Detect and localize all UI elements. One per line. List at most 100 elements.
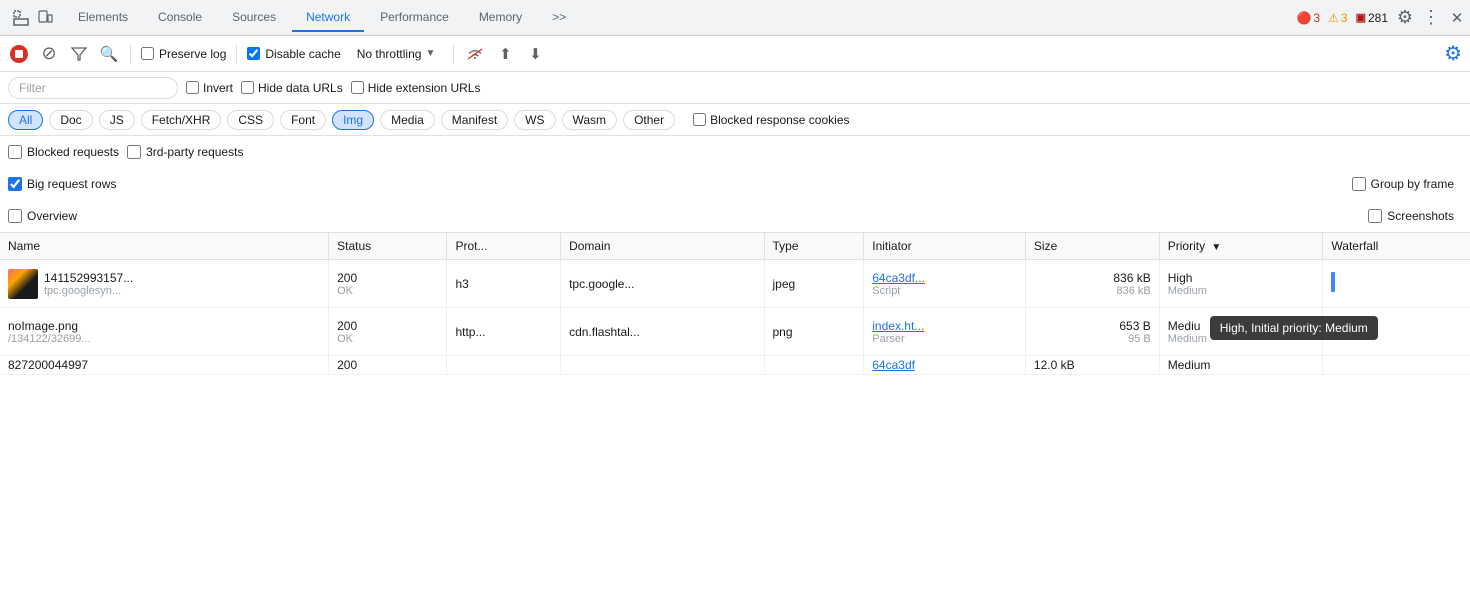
preserve-log-checkbox[interactable] <box>141 47 154 60</box>
third-party-checkbox[interactable] <box>127 145 141 159</box>
upload-icon[interactable]: ⬆ <box>494 43 516 65</box>
initiator-link-1[interactable]: 64ca3df... <box>872 271 1017 285</box>
tab-elements[interactable]: Elements <box>64 4 142 32</box>
col-header-size[interactable]: Size <box>1025 233 1159 260</box>
overview-label: Overview <box>27 209 77 223</box>
options-right-3: Screenshots <box>1368 209 1462 223</box>
disable-cache-checkbox-label[interactable]: Disable cache <box>247 47 340 61</box>
cell-protocol-3 <box>447 356 561 375</box>
preserve-log-label: Preserve log <box>159 47 226 61</box>
cell-priority-2: Mediu Medium High, Initial priority: Med… <box>1159 308 1323 356</box>
tab-more[interactable]: >> <box>538 4 580 32</box>
col-header-domain[interactable]: Domain <box>561 233 764 260</box>
table-row[interactable]: 141152993157... tpc.googlesyn... 200 OK … <box>0 260 1470 308</box>
tab-performance[interactable]: Performance <box>366 4 463 32</box>
overview-checkbox-label[interactable]: Overview <box>8 209 77 223</box>
col-header-waterfall[interactable]: Waterfall <box>1323 233 1470 260</box>
big-rows-checkbox-label[interactable]: Big request rows <box>8 177 116 191</box>
name-primary-3: 827200044997 <box>8 358 88 372</box>
third-party-checkbox-label[interactable]: 3rd-party requests <box>127 145 243 159</box>
overview-checkbox[interactable] <box>8 209 22 223</box>
table-row[interactable]: noImage.png /134122/32699... 200 OK http… <box>0 308 1470 356</box>
throttle-select[interactable]: No throttling ▼ <box>349 45 444 63</box>
type-filter-other[interactable]: Other <box>623 110 675 130</box>
col-header-type[interactable]: Type <box>764 233 864 260</box>
type-filter-font[interactable]: Font <box>280 110 326 130</box>
preserve-log-checkbox-label[interactable]: Preserve log <box>141 47 226 61</box>
col-header-status[interactable]: Status <box>329 233 447 260</box>
clear-button[interactable]: ⊘ <box>38 43 60 65</box>
initiator-link-2[interactable]: index.ht... <box>872 319 1017 333</box>
type-filter-doc[interactable]: Doc <box>49 110 92 130</box>
filter-row: Invert Hide data URLs Hide extension URL… <box>0 72 1470 104</box>
hide-ext-urls-checkbox[interactable] <box>351 81 364 94</box>
priority-sub-1: Medium <box>1168 285 1315 297</box>
group-by-frame-checkbox[interactable] <box>1352 177 1366 191</box>
wifi-icon[interactable] <box>464 43 486 65</box>
big-rows-label: Big request rows <box>27 177 116 191</box>
invert-checkbox[interactable] <box>186 81 199 94</box>
info-count: 281 <box>1368 11 1388 25</box>
type-filter-all[interactable]: All <box>8 110 43 130</box>
options-left-1: Blocked requests 3rd-party requests <box>8 145 1462 159</box>
options-row-2: Big request rows Group by frame <box>0 168 1470 200</box>
type-filter-js[interactable]: JS <box>99 110 135 130</box>
cell-status-3: 200 <box>329 356 447 375</box>
separator-1 <box>130 44 131 64</box>
blocked-cookies-checkbox[interactable] <box>693 113 706 126</box>
big-rows-checkbox[interactable] <box>8 177 22 191</box>
warn-badge[interactable]: ⚠ 3 <box>1328 11 1347 25</box>
throttle-label: No throttling <box>357 47 422 61</box>
info-badge[interactable]: ▣ 281 <box>1356 11 1388 25</box>
name-secondary-1: tpc.googlesyn... <box>44 285 133 297</box>
disable-cache-checkbox[interactable] <box>247 47 260 60</box>
tab-console[interactable]: Console <box>144 4 216 32</box>
network-toolbar: ⊘ 🔍 Preserve log Disable cache No thrott… <box>0 36 1470 72</box>
hide-ext-urls-checkbox-label[interactable]: Hide extension URLs <box>351 81 481 95</box>
status-sub-1: OK <box>337 285 438 297</box>
search-button[interactable]: 🔍 <box>98 43 120 65</box>
error-icon: 🔴 <box>1296 11 1311 25</box>
tab-memory[interactable]: Memory <box>465 4 536 32</box>
type-filter-css[interactable]: CSS <box>227 110 274 130</box>
tab-sources[interactable]: Sources <box>218 4 290 32</box>
close-devtools-icon[interactable]: ✕ <box>1448 9 1466 27</box>
more-menu-icon[interactable]: ⋮ <box>1422 9 1440 27</box>
tab-network[interactable]: Network <box>292 4 364 32</box>
col-header-initiator[interactable]: Initiator <box>864 233 1026 260</box>
settings-gear-icon[interactable]: ⚙ <box>1396 9 1414 27</box>
blocked-cookies-checkbox-label[interactable]: Blocked response cookies <box>693 113 849 127</box>
screenshots-checkbox[interactable] <box>1368 209 1382 223</box>
filter-input[interactable] <box>8 77 178 99</box>
type-filter-img[interactable]: Img <box>332 110 374 130</box>
cell-size-3: 12.0 kB <box>1025 356 1159 375</box>
type-filter-fetch-xhr[interactable]: Fetch/XHR <box>141 110 222 130</box>
inspect-icon[interactable] <box>12 9 30 27</box>
download-icon[interactable]: ⬇ <box>524 43 546 65</box>
filter-toggle-button[interactable] <box>68 43 90 65</box>
col-header-name[interactable]: Name <box>0 233 329 260</box>
cell-initiator-1: 64ca3df... Script <box>864 260 1026 308</box>
network-settings-icon[interactable]: ⚙ <box>1444 41 1462 66</box>
invert-label: Invert <box>203 81 233 95</box>
blocked-requests-checkbox[interactable] <box>8 145 22 159</box>
col-header-priority[interactable]: Priority ▼ <box>1159 233 1323 260</box>
error-badge[interactable]: 🔴 3 <box>1296 11 1320 25</box>
options-left-3: Overview <box>8 209 1368 223</box>
hide-data-urls-checkbox-label[interactable]: Hide data URLs <box>241 81 343 95</box>
device-icon[interactable] <box>36 9 54 27</box>
table-row[interactable]: 827200044997 200 64ca3df 12.0 kB Medium <box>0 356 1470 375</box>
screenshots-checkbox-label[interactable]: Screenshots <box>1368 209 1454 223</box>
type-filter-manifest[interactable]: Manifest <box>441 110 508 130</box>
group-by-frame-checkbox-label[interactable]: Group by frame <box>1352 177 1454 191</box>
hide-data-urls-checkbox[interactable] <box>241 81 254 94</box>
col-header-protocol[interactable]: Prot... <box>447 233 561 260</box>
initiator-link-3[interactable]: 64ca3df <box>872 358 1017 372</box>
type-filter-media[interactable]: Media <box>380 110 435 130</box>
table-header-row: Name Status Prot... Domain Type Initiato… <box>0 233 1470 260</box>
type-filter-wasm[interactable]: Wasm <box>562 110 618 130</box>
stop-recording-button[interactable] <box>8 43 30 65</box>
type-filter-ws[interactable]: WS <box>514 110 555 130</box>
invert-checkbox-label[interactable]: Invert <box>186 81 233 95</box>
blocked-requests-checkbox-label[interactable]: Blocked requests <box>8 145 119 159</box>
